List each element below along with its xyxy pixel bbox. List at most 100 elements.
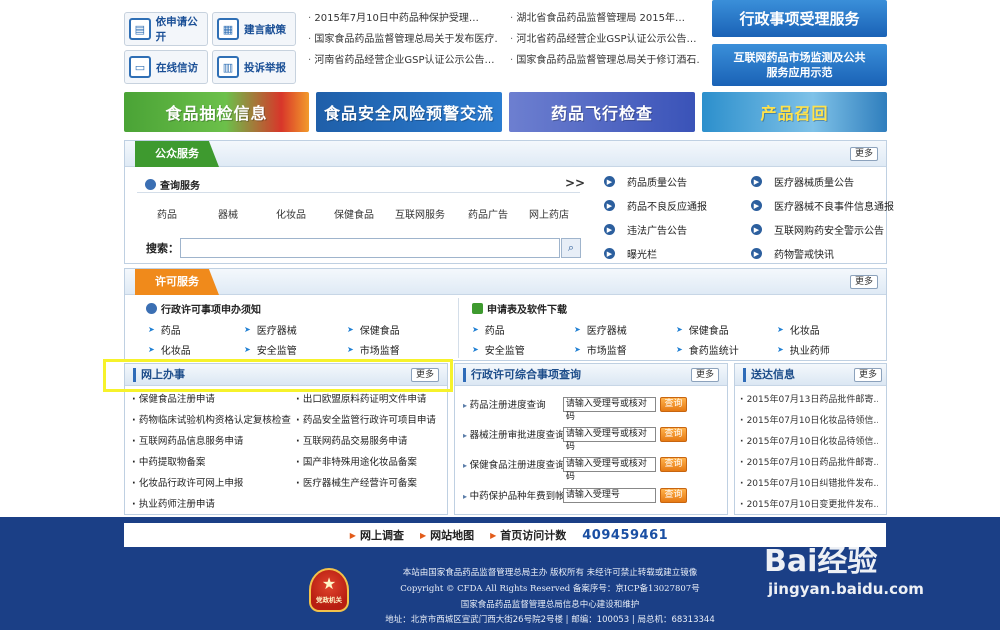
- public-service-more-button[interactable]: 更多: [849, 147, 878, 161]
- permit-item[interactable]: ➤ 医疗器械: [244, 322, 297, 337]
- category-cosmetics[interactable]: 化妆品: [276, 206, 306, 221]
- sitemap-link[interactable]: ▶ 网站地图: [420, 527, 474, 543]
- admin-service-label: 行政事项受理服务: [739, 10, 860, 28]
- list-item[interactable]: 中药提取物备案: [132, 454, 206, 468]
- notice-link[interactable]: ▶ 曝光栏: [604, 246, 657, 261]
- notice-link[interactable]: ▶ 药物警戒快讯: [751, 246, 834, 261]
- magnifier-icon: [145, 179, 156, 190]
- download-item-label: 化妆品: [789, 326, 820, 337]
- category-health-food[interactable]: 保健食品: [334, 206, 374, 221]
- notice-link[interactable]: ▶ 互联网购药安全警示公告: [751, 222, 884, 237]
- news-item[interactable]: 湖北省食品药品监督管理局 2015年…: [510, 8, 700, 29]
- delivery-more-button[interactable]: 更多: [853, 368, 882, 382]
- list-item[interactable]: 医疗器械生产经营许可备案: [296, 475, 417, 489]
- news-item[interactable]: 河北省药品经营企业GSP认证公示公告…: [510, 29, 700, 50]
- notice-link[interactable]: ▶ 药品不良反应通报: [604, 198, 707, 213]
- play-icon: ▶: [604, 224, 615, 235]
- food-sampling-banner[interactable]: 食品抽检信息: [124, 92, 309, 132]
- news-item[interactable]: 国家食品药品监督管理总局关于发布医疗…: [308, 29, 498, 50]
- arrow-icon: ▶: [490, 530, 497, 540]
- query-button[interactable]: 查询: [660, 456, 687, 472]
- list-item[interactable]: 2015年07月13日药品批件邮寄…: [740, 392, 878, 405]
- suggestion-button[interactable]: ▦ 建言献策: [212, 12, 296, 46]
- query-row-label: 中药保护品种年费到帐查询: [455, 488, 563, 502]
- list-item[interactable]: 国产非特殊用途化妆品备案: [296, 454, 417, 468]
- list-item[interactable]: 互联网药品交易服务申请: [296, 433, 408, 447]
- search-button[interactable]: ⌕: [561, 238, 581, 258]
- category-drug-ads[interactable]: 药品广告: [468, 206, 508, 221]
- notice-link-label: 互联网购药安全警示公告: [774, 226, 884, 237]
- notice-link[interactable]: ▶ 药品质量公告: [604, 174, 687, 189]
- admin-service-banner[interactable]: 行政事项受理服务: [712, 0, 887, 37]
- document-icon: ▦: [217, 18, 239, 40]
- party-government-emblem[interactable]: ★ 党政机关: [309, 568, 349, 612]
- arrow-icon: ➤: [777, 325, 784, 334]
- list-item[interactable]: 出口欧盟原料药证明文件申请: [296, 391, 427, 405]
- download-item-label: 执业药师: [789, 346, 830, 357]
- query-button[interactable]: 查询: [660, 426, 687, 442]
- list-item[interactable]: 药品安全监管行政许可项目申请: [296, 412, 436, 426]
- download-title: 申请表及软件下载: [472, 301, 567, 316]
- list-item[interactable]: 2015年07月10日化妆品待领信…: [740, 434, 878, 447]
- permit-item[interactable]: ➤ 保健食品: [347, 322, 400, 337]
- baidu-watermark: Bai经验 jingyan.baidu.com: [764, 545, 924, 599]
- online-petition-button[interactable]: ▭ 在线信访: [124, 50, 208, 84]
- apply-disclosure-button[interactable]: ▤ 依申请公开: [124, 12, 208, 46]
- query-service-expand[interactable]: >>: [565, 176, 585, 190]
- query-button[interactable]: 查询: [660, 396, 687, 412]
- notice-link[interactable]: ▶ 违法广告公告: [604, 222, 687, 237]
- list-item[interactable]: 保健食品注册申请: [132, 391, 215, 405]
- download-item[interactable]: ➤ 安全监管: [472, 342, 525, 357]
- list-item[interactable]: 互联网药品信息服务申请: [132, 433, 244, 447]
- list-item[interactable]: 化妆品行政许可网上申报: [132, 475, 244, 489]
- notice-link[interactable]: ▶ 医疗器械质量公告: [751, 174, 854, 189]
- delivery-title: 送达信息: [743, 368, 795, 382]
- emblem-icon: ★: [321, 574, 337, 593]
- complaint-report-button[interactable]: ▥ 投诉举报: [212, 50, 296, 84]
- internet-monitor-banner[interactable]: 互联网药品市场监测及公共 服务应用示范: [712, 44, 887, 86]
- query-input[interactable]: 请输入受理号或核对码: [562, 456, 657, 482]
- download-item[interactable]: ➤ 医疗器械: [574, 322, 627, 337]
- query-input[interactable]: 请输入受理号或核对码: [562, 426, 657, 452]
- permit-item[interactable]: ➤ 药品: [148, 322, 181, 337]
- permit-item[interactable]: ➤ 化妆品: [148, 342, 191, 357]
- download-item[interactable]: ➤ 药品: [472, 322, 505, 337]
- list-item[interactable]: 2015年07月10日药品批件邮寄…: [740, 455, 878, 468]
- category-drug[interactable]: 药品: [157, 206, 177, 221]
- download-item[interactable]: ➤ 执业药师: [777, 342, 830, 357]
- permit-service-more-button[interactable]: 更多: [849, 275, 878, 289]
- download-item[interactable]: ➤ 化妆品: [777, 322, 820, 337]
- product-recall-banner[interactable]: 产品召回: [702, 92, 887, 132]
- list-item[interactable]: 2015年07月10日化妆品待领信…: [740, 413, 878, 426]
- play-icon: ▶: [604, 176, 615, 187]
- news-item[interactable]: 国家食品药品监督管理总局关于修订酒石…: [510, 50, 700, 71]
- category-online-pharmacy[interactable]: 网上药店: [529, 206, 569, 221]
- list-item[interactable]: 执业药师注册申请: [132, 496, 215, 510]
- news-item[interactable]: 河南省药品经营企业GSP认证公示公告…: [308, 50, 498, 71]
- play-icon: ▶: [604, 248, 615, 259]
- food-risk-banner[interactable]: 食品安全风险预警交流: [316, 92, 502, 132]
- download-item-label: 保健食品: [688, 326, 729, 337]
- list-item[interactable]: 2015年07月10日变更批件发布…: [740, 497, 878, 510]
- query-button[interactable]: 查询: [660, 487, 687, 503]
- list-item[interactable]: 药物临床试验机构资格认定复核检查: [132, 412, 291, 426]
- admin-query-more-button[interactable]: 更多: [690, 368, 719, 382]
- category-device[interactable]: 器械: [218, 206, 238, 221]
- download-item[interactable]: ➤ 保健食品: [676, 322, 729, 337]
- news-item[interactable]: 2015年7月10日中药品种保护受理…: [308, 8, 498, 29]
- permit-item[interactable]: ➤ 安全监管: [244, 342, 297, 357]
- list-item[interactable]: 2015年07月10日纠错批件发布…: [740, 476, 878, 489]
- query-input[interactable]: 请输入受理号: [562, 487, 657, 503]
- product-recall-label: 产品召回: [760, 104, 829, 123]
- permit-item-label: 保健食品: [359, 326, 400, 337]
- survey-link[interactable]: ▶ 网上调查: [350, 527, 404, 543]
- query-input[interactable]: 请输入受理号或核对码: [562, 396, 657, 422]
- permit-item[interactable]: ➤ 市场监督: [347, 342, 400, 357]
- permit-service-header: 许可服务 更多: [125, 269, 886, 295]
- notice-link[interactable]: ▶ 医疗器械不良事件信息通报: [751, 198, 894, 213]
- search-input[interactable]: [180, 238, 560, 258]
- category-internet[interactable]: 互联网服务: [395, 206, 445, 221]
- download-item[interactable]: ➤ 食药监统计: [676, 342, 739, 357]
- drug-inspection-banner[interactable]: 药品飞行检查: [509, 92, 695, 132]
- download-item[interactable]: ➤ 市场监督: [574, 342, 627, 357]
